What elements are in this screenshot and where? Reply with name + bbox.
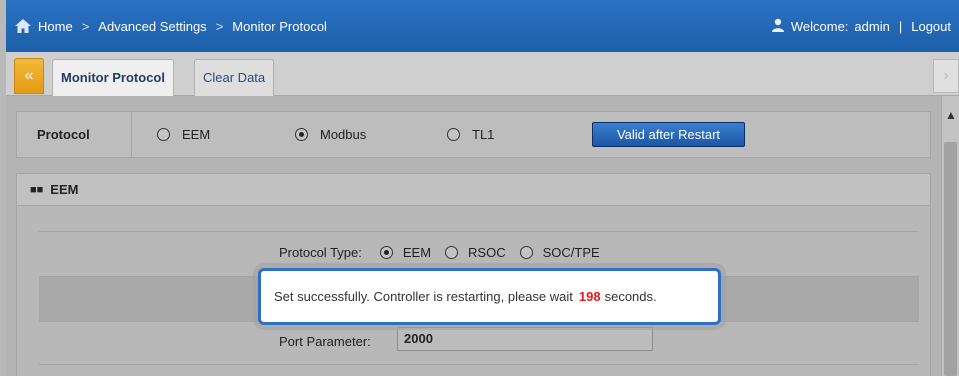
protocol-type-radio-rsoc[interactable]: RSOC (445, 245, 506, 260)
protocol-type-label: Protocol Type: (279, 245, 362, 260)
breadcrumb-separator: > (81, 18, 90, 34)
user-icon (771, 18, 785, 35)
scroll-up-icon[interactable]: ▲ (945, 108, 957, 122)
scroll-thumb[interactable] (944, 142, 957, 376)
double-chevron-left-icon[interactable]: « (14, 58, 44, 94)
radio-label: EEM (402, 245, 432, 260)
divider (39, 231, 919, 232)
protocol-panel: Protocol EEM Modbus TL1 Valid after Rest… (16, 111, 931, 158)
countdown-seconds: 198 (578, 289, 601, 304)
protocol-type-row: Protocol Type: EEM RSOC SOC/TPE (279, 245, 614, 260)
main-content: Protocol EEM Modbus TL1 Valid after Rest… (6, 96, 941, 376)
tab-monitor-protocol[interactable]: Monitor Protocol (52, 59, 174, 96)
protocol-radio-modbus[interactable]: Modbus (295, 127, 366, 142)
radio-label: RSOC (468, 245, 506, 260)
protocol-radio-tl1[interactable]: TL1 (447, 127, 494, 142)
breadcrumb: Home > Advanced Settings > Monitor Proto… (14, 0, 327, 52)
breadcrumb-monitor-protocol: Monitor Protocol (232, 18, 327, 34)
divider: | (898, 18, 903, 34)
grid-icon: ■■ (30, 184, 44, 196)
breadcrumb-separator: > (215, 18, 224, 34)
breadcrumb-home[interactable]: Home (38, 19, 73, 34)
protocol-radio-eem[interactable]: EEM (157, 127, 210, 142)
protocol-label: Protocol (17, 112, 132, 157)
breadcrumb-advanced-settings[interactable]: Advanced Settings (98, 19, 206, 34)
user-area: Welcome: admin | Logout (771, 0, 951, 52)
radio-circle[interactable] (445, 246, 459, 259)
tab-clear-data[interactable]: Clear Data (194, 59, 275, 96)
protocol-type-radio-soc-tpe[interactable]: SOC/TPE (519, 245, 600, 260)
divider (39, 364, 919, 365)
radio-circle-selected[interactable] (295, 128, 308, 141)
radio-label: EEM (182, 127, 211, 142)
protocol-type-radio-eem[interactable]: EEM (379, 245, 432, 260)
valid-after-restart-button[interactable]: Valid after Restart (592, 122, 745, 147)
port-parameter-label: Port Parameter: (279, 334, 371, 349)
port-parameter-input[interactable]: 2000 (397, 327, 653, 351)
radio-circle[interactable] (519, 246, 533, 259)
home-icon[interactable] (14, 18, 32, 34)
radio-label: SOC/TPE (542, 245, 600, 260)
restart-message: Set successfully. Controller is restarti… (274, 271, 657, 322)
vertical-scrollbar[interactable]: ▲ (941, 96, 959, 376)
radio-label: Modbus (320, 127, 367, 142)
restart-notification-dialog: Set successfully. Controller is restarti… (258, 268, 721, 325)
radio-circle-selected[interactable] (379, 246, 393, 259)
radio-label: TL1 (472, 127, 495, 142)
top-header: Home > Advanced Settings > Monitor Proto… (6, 0, 959, 52)
logout-link[interactable]: Logout (911, 19, 951, 34)
message-suffix: seconds. (604, 289, 657, 304)
eem-title: EEM (50, 182, 79, 197)
radio-circle[interactable] (447, 128, 460, 141)
eem-section-header[interactable]: ■■ EEM (17, 174, 930, 206)
username: admin (854, 18, 890, 34)
radio-circle[interactable] (157, 128, 170, 141)
chevron-right-icon[interactable]: › (933, 59, 959, 93)
tab-bar: « Monitor Protocol Clear Data › (6, 52, 959, 96)
welcome-label: Welcome: (790, 18, 849, 34)
message-prefix: Set successfully. Controller is restarti… (274, 289, 573, 304)
